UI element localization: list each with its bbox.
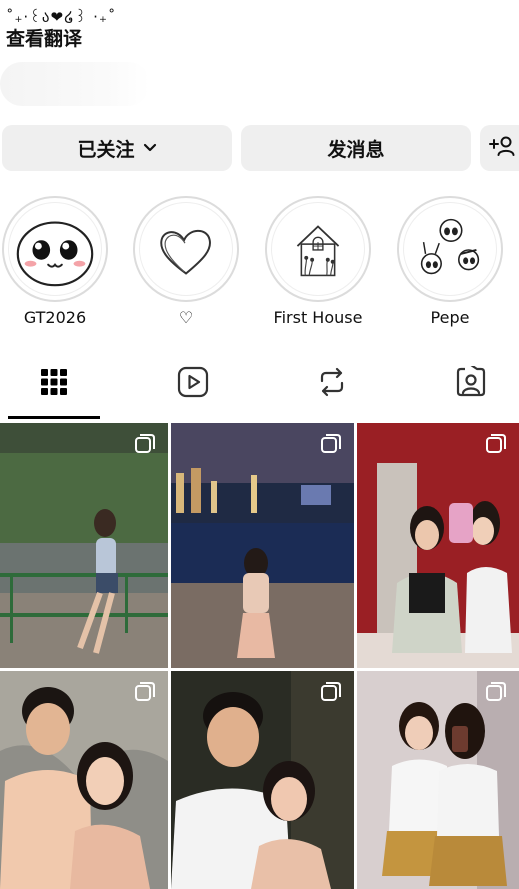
highlight-ring	[397, 196, 503, 302]
bio-section: ˚₊‧꒰ა❤໒꒱ ‧₊˚ 查看翻译	[6, 8, 306, 52]
story-highlights: GT2026 ♡ First House Pepe	[0, 196, 519, 336]
message-button[interactable]: 发消息	[241, 125, 471, 171]
message-label: 发消息	[327, 138, 385, 161]
highlight-cover	[271, 202, 365, 296]
powerpuff-icon	[420, 218, 480, 275]
highlight-label: Pepe	[430, 308, 470, 327]
profile-tabs	[0, 352, 519, 420]
cute-face-icon	[16, 221, 94, 287]
multi-photo-icon	[320, 681, 342, 707]
chevron-down-icon	[143, 143, 157, 153]
tab-reels[interactable]	[143, 352, 243, 416]
tab-grid[interactable]	[4, 352, 104, 416]
repost-icon	[317, 366, 347, 402]
house-icon	[296, 225, 340, 277]
following-button[interactable]: 已关注	[2, 125, 232, 171]
add-person-button[interactable]	[480, 125, 519, 171]
bio-deco-line: ˚₊‧꒰ა❤໒꒱ ‧₊˚	[6, 8, 117, 26]
post-photo	[357, 423, 519, 668]
multi-photo-icon	[320, 433, 342, 459]
highlight-label: GT2026	[23, 308, 87, 327]
tab-tagged[interactable]	[421, 352, 519, 416]
post-grid	[0, 423, 519, 889]
highlight-cover	[403, 202, 497, 296]
post-thumbnail[interactable]	[0, 423, 168, 668]
highlight-ring	[133, 196, 239, 302]
tagged-person-icon	[455, 364, 487, 402]
highlight-cover	[8, 202, 102, 296]
heart-icon	[160, 229, 211, 275]
post-thumbnail[interactable]	[357, 423, 519, 668]
highlight-label: First House	[273, 308, 363, 327]
reels-icon	[177, 366, 209, 402]
add-person-icon	[489, 134, 515, 163]
selected-tab-indicator	[8, 416, 100, 419]
post-thumbnail[interactable]	[171, 671, 354, 889]
highlight-cover	[139, 202, 233, 296]
highlight-heart[interactable]: ♡	[131, 196, 241, 328]
post-thumbnail[interactable]	[357, 671, 519, 889]
multi-photo-icon	[485, 681, 507, 707]
multi-photo-icon	[134, 433, 156, 459]
highlight-label: ♡	[178, 308, 194, 327]
post-photo	[171, 423, 354, 668]
post-photo	[0, 423, 168, 668]
tab-reposts[interactable]	[282, 352, 382, 416]
highlight-ring	[265, 196, 371, 302]
multi-photo-icon	[134, 681, 156, 707]
highlight-pepe[interactable]: Pepe	[395, 196, 505, 328]
highlight-first-house[interactable]: First House	[263, 196, 373, 328]
profile-actions: 已关注 发消息	[0, 125, 519, 171]
post-thumbnail[interactable]	[0, 671, 168, 889]
see-translation-link[interactable]: 查看翻译	[6, 26, 306, 52]
post-thumbnail[interactable]	[171, 423, 354, 668]
multi-photo-icon	[485, 433, 507, 459]
following-label: 已关注	[77, 138, 135, 161]
grid-icon	[40, 368, 68, 400]
highlight-gt2026[interactable]: GT2026	[0, 196, 110, 328]
bio-blurred-area	[0, 62, 150, 106]
highlight-ring	[2, 196, 108, 302]
